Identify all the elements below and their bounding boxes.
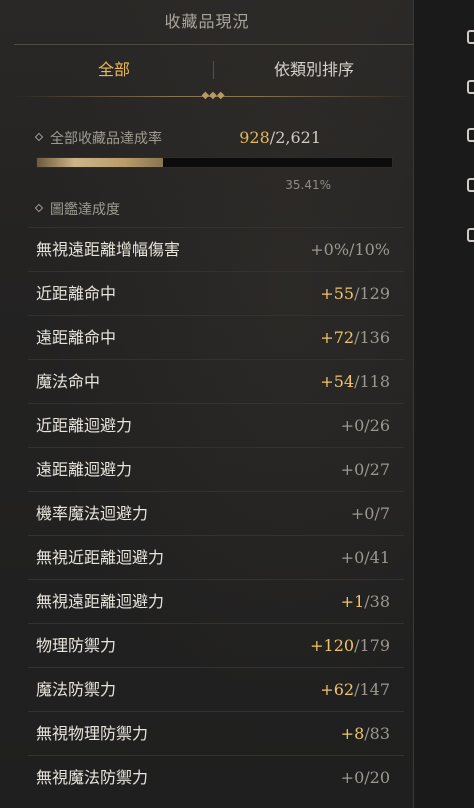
toolbar-icon[interactable] bbox=[467, 80, 474, 94]
total-collectibles: 2,621 bbox=[275, 128, 321, 147]
stat-max: 83 bbox=[369, 724, 390, 743]
stat-label: 魔法命中 bbox=[36, 372, 101, 391]
stat-label: 無視遠距離迴避力 bbox=[36, 592, 165, 611]
stat-gain: +0 bbox=[340, 416, 365, 435]
stat-max: 38 bbox=[369, 592, 390, 611]
stat-value: +54/118 bbox=[320, 360, 390, 404]
stat-max: 147 bbox=[359, 680, 390, 699]
collected-count: 928 bbox=[239, 128, 270, 147]
stat-gain: +1 bbox=[340, 592, 365, 611]
diamond-bullet-icon bbox=[34, 132, 44, 142]
stat-value: +0/41 bbox=[341, 536, 390, 580]
stat-value: +8/83 bbox=[341, 712, 390, 756]
stat-max: 118 bbox=[359, 372, 390, 391]
side-toolbar bbox=[414, 0, 474, 808]
stat-gain: +0 bbox=[340, 768, 365, 787]
stat-label: 機率魔法迴避力 bbox=[36, 504, 149, 523]
stat-row: 無視物理防禦力 +8/83 bbox=[28, 711, 404, 755]
stat-label: 遠距離迴避力 bbox=[36, 460, 133, 479]
stat-max: 10% bbox=[354, 240, 390, 259]
stat-label: 物理防禦力 bbox=[36, 636, 117, 655]
stat-label: 近距離命中 bbox=[36, 284, 117, 303]
toolbar-icon[interactable] bbox=[467, 128, 474, 142]
stat-max: 129 bbox=[359, 284, 390, 303]
stat-max: 136 bbox=[359, 328, 390, 347]
stat-value: +0/7 bbox=[351, 492, 390, 536]
stat-value: +0/26 bbox=[341, 404, 390, 448]
tab-all[interactable]: 全部 bbox=[14, 52, 214, 88]
stat-row: 無視魔法防禦力 +0/20 bbox=[28, 755, 404, 799]
stat-row: 近距離迴避力 +0/26 bbox=[28, 403, 404, 447]
stat-gain: +0 bbox=[340, 460, 365, 479]
stat-value: +0/20 bbox=[341, 756, 390, 800]
stat-label: 近距離迴避力 bbox=[36, 416, 133, 435]
stat-max: 7 bbox=[379, 504, 390, 523]
collection-panel: 收藏品現況 全部 依類別排序 ◆◆◆ 全部收藏品達成率 928/2,621 35… bbox=[0, 0, 414, 808]
ornament-icon: ◆◆◆ bbox=[201, 90, 225, 101]
summary-heading: 全部收藏品達成率 bbox=[34, 128, 162, 148]
tab-sort-by-category[interactable]: 依類別排序 bbox=[214, 52, 414, 88]
toolbar-icon[interactable] bbox=[467, 228, 474, 242]
panel-title: 收藏品現況 bbox=[164, 12, 250, 31]
stat-gain: +62 bbox=[320, 680, 355, 699]
stat-value: +72/136 bbox=[320, 316, 390, 360]
stat-row: 物理防禦力 +120/179 bbox=[28, 623, 404, 667]
stat-max: 179 bbox=[359, 636, 390, 655]
stat-label: 無視遠距離增幅傷害 bbox=[36, 240, 181, 259]
section-label: 圖鑑達成度 bbox=[50, 202, 120, 218]
stat-row: 遠距離迴避力 +0/27 bbox=[28, 447, 404, 491]
toolbar-icon[interactable] bbox=[467, 30, 474, 44]
stat-row: 近距離命中 +55/129 bbox=[28, 271, 404, 315]
stat-max: 41 bbox=[369, 548, 390, 567]
stat-gain: +0% bbox=[310, 240, 350, 259]
total-count: 928/2,621 bbox=[239, 128, 321, 147]
stat-value: +1/38 bbox=[341, 580, 390, 624]
stat-row: 遠距離命中 +72/136 bbox=[28, 315, 404, 359]
stat-value: +62/147 bbox=[320, 668, 390, 712]
stat-gain: +0 bbox=[340, 548, 365, 567]
progress-fill bbox=[37, 158, 163, 167]
stat-gain: +120 bbox=[310, 636, 355, 655]
stat-label: 無視物理防禦力 bbox=[36, 724, 149, 743]
completion-percent: 35.41% bbox=[285, 178, 331, 192]
stat-row: 機率魔法迴避力 +0/7 bbox=[28, 491, 404, 535]
stat-label: 無視魔法防禦力 bbox=[36, 768, 149, 787]
tab-bar: 全部 依類別排序 bbox=[14, 52, 414, 88]
section-heading: 圖鑑達成度 bbox=[34, 199, 120, 219]
stat-label: 無視近距離迴避力 bbox=[36, 548, 165, 567]
stat-max: 20 bbox=[369, 768, 390, 787]
stat-gain: +72 bbox=[320, 328, 355, 347]
stat-row: 無視遠距離迴避力 +1/38 bbox=[28, 579, 404, 623]
stat-row: 無視遠距離增幅傷害 +0%/10% bbox=[28, 227, 404, 271]
stat-row: 魔法防禦力 +62/147 bbox=[28, 667, 404, 711]
stat-gain: +55 bbox=[320, 284, 355, 303]
stat-max: 27 bbox=[369, 460, 390, 479]
stat-row: 無視近距離迴避力 +0/41 bbox=[28, 535, 404, 579]
stat-value: +120/179 bbox=[310, 624, 390, 668]
stat-gain: +54 bbox=[320, 372, 355, 391]
stat-value: +0/27 bbox=[341, 448, 390, 492]
stat-value: +0%/10% bbox=[310, 228, 390, 272]
title-divider bbox=[14, 44, 414, 45]
stat-gain: +0 bbox=[350, 504, 375, 523]
diamond-bullet-icon bbox=[34, 203, 44, 213]
toolbar-icon[interactable] bbox=[467, 178, 474, 192]
stat-label: 魔法防禦力 bbox=[36, 680, 117, 699]
summary-label: 全部收藏品達成率 bbox=[50, 131, 162, 147]
stat-value: +55/129 bbox=[320, 272, 390, 316]
stat-list: 無視遠距離增幅傷害 +0%/10% 近距離命中 +55/129 遠距離命中 +72/136… bbox=[28, 227, 404, 799]
stat-gain: +8 bbox=[340, 724, 365, 743]
stat-label: 遠距離命中 bbox=[36, 328, 117, 347]
stat-max: 26 bbox=[369, 416, 390, 435]
completion-progress-bar bbox=[36, 157, 393, 168]
stat-row: 魔法命中 +54/118 bbox=[28, 359, 404, 403]
